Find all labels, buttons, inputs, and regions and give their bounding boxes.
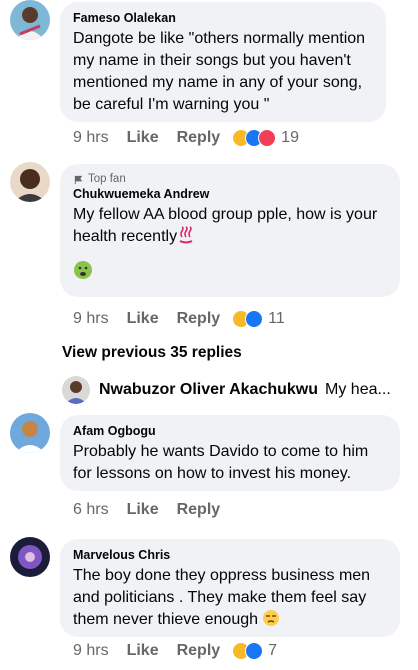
top-fan-label: Top fan <box>88 173 126 185</box>
comment-actions: 9 hrs Like Reply 19 <box>73 129 317 147</box>
like-reaction-icon <box>245 642 264 660</box>
comment-time[interactable]: 6 hrs <box>73 501 109 519</box>
reaction-count: 7 <box>268 642 278 659</box>
comment-time[interactable]: 9 hrs <box>73 129 109 147</box>
comment-text-body: My fellow AA blood group pple, how is yo… <box>73 206 378 245</box>
comment-time[interactable]: 9 hrs <box>73 642 109 660</box>
avatar[interactable] <box>62 376 90 404</box>
reactions-summary[interactable]: 11 <box>232 310 285 328</box>
reply-button[interactable]: Reply <box>177 129 221 147</box>
love-reaction-icon <box>258 129 277 147</box>
like-button[interactable]: Like <box>127 310 159 328</box>
comment-text-body: The boy done they oppress business men a… <box>73 567 371 628</box>
hot-springs-icon <box>179 226 193 244</box>
comment-author[interactable]: Chukwuemeka Andrew <box>73 186 387 202</box>
top-fan-badge: Top fan <box>73 172 387 186</box>
comment-author[interactable]: Marvelous Chris <box>73 547 387 563</box>
avatar[interactable] <box>10 537 50 577</box>
reply-button[interactable]: Reply <box>177 310 221 328</box>
comment-actions: 6 hrs Like Reply <box>73 501 238 519</box>
comment-time[interactable]: 9 hrs <box>73 310 109 328</box>
like-reaction-icon <box>245 310 264 328</box>
comment-actions: 9 hrs Like Reply 11 <box>73 310 303 328</box>
view-previous-replies-link[interactable]: View previous 35 replies <box>62 344 242 362</box>
comment-author[interactable]: Fameso Olalekan <box>73 10 373 26</box>
comment-bubble: Afam Ogbogu Probably he wants Davido to … <box>60 415 400 491</box>
avatar[interactable] <box>10 413 50 453</box>
reply-button[interactable]: Reply <box>177 642 221 660</box>
reaction-count: 11 <box>268 310 285 327</box>
unamused-face-icon <box>263 610 280 626</box>
reply-button[interactable]: Reply <box>177 501 221 519</box>
comment-text: The boy done they oppress business men a… <box>73 565 387 631</box>
like-button[interactable]: Like <box>127 501 159 519</box>
avatar[interactable] <box>10 0 50 40</box>
avatar[interactable] <box>10 162 50 202</box>
reply-preview[interactable]: Nwabuzor Oliver Akachukwu My hea... <box>62 376 402 404</box>
comment-bubble: Marvelous Chris The boy done they oppres… <box>60 539 400 637</box>
reaction-count: 19 <box>281 129 299 146</box>
sick-face-icon <box>74 261 92 279</box>
like-button[interactable]: Like <box>127 642 159 660</box>
reactions-summary[interactable]: 7 <box>232 642 277 660</box>
top-fan-icon <box>74 175 83 184</box>
sticker <box>73 260 387 285</box>
reply-text: My hea... <box>325 381 391 398</box>
reply-author[interactable]: Nwabuzor Oliver Akachukwu <box>99 381 318 399</box>
reactions-summary[interactable]: 19 <box>232 129 299 147</box>
comment-author[interactable]: Afam Ogbogu <box>73 423 387 439</box>
comment-text: Dangote be like "others normally mention… <box>73 30 366 113</box>
comment-bubble: Top fan Chukwuemeka Andrew My fellow AA … <box>60 164 400 297</box>
comment-text: My fellow AA blood group pple, how is yo… <box>73 204 387 248</box>
comment-text: Probably he wants Davido to come to him … <box>73 443 369 482</box>
comment-bubble: Fameso Olalekan Dangote be like "others … <box>60 2 386 122</box>
like-button[interactable]: Like <box>127 129 159 147</box>
comment-actions: 9 hrs Like Reply 7 <box>73 642 295 660</box>
